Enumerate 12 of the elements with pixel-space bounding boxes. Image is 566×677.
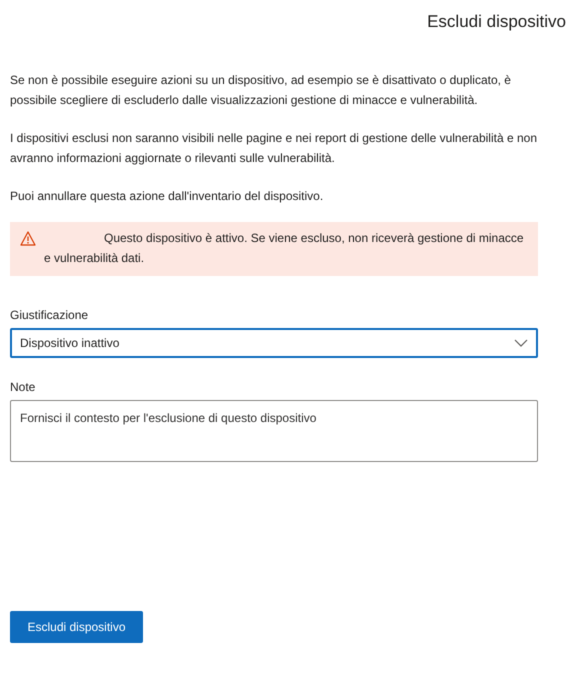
warning-icon [20, 231, 36, 246]
warning-text: Questo dispositivo è attivo. Se viene escluso, non riceverà gestione di minacce e vulnerabilità dati. [44, 230, 525, 268]
justification-dropdown[interactable]: Dispositivo inattivo [10, 328, 538, 358]
chevron-down-icon [514, 339, 528, 348]
field-label: Note [10, 379, 36, 396]
description-text: I dispositivi esclusi non saranno visibili nelle pagine e nei report di gestione delle vulnerabilità e non avranno informazioni aggiornate o rilevanti sulle vulnerabilità. [10, 130, 538, 168]
field-label: Giustificazione [10, 307, 90, 324]
notes-field[interactable]: Fornisci il contesto per l'esclusione di questo dispositivo [10, 400, 538, 462]
description-text: Puoi annullare questa azione dall'inventario del dispositivo. [10, 188, 324, 206]
panel-title: Escludi dispositivo [426, 12, 566, 32]
exclude-device-button[interactable]: Escludi dispositivo [10, 611, 143, 643]
description-text: Se non è possibile eseguire azioni su un dispositivo, ad esempio se è disattivato o duplicato, è possibile scegliere di escluderlo dalle visualizzazioni gestione di minacce e vulnerabilità. [10, 72, 512, 110]
